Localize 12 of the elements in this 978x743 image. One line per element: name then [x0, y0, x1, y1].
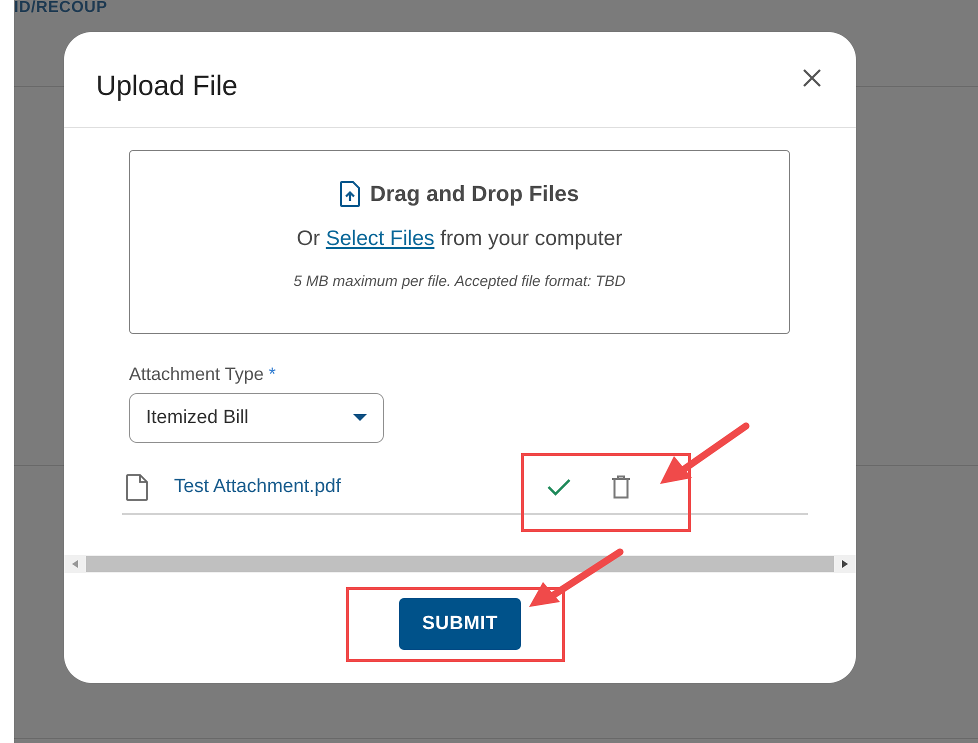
page-heading: ID/RECOUP [14, 0, 108, 16]
attachment-type-dropdown[interactable]: Itemized Bill [129, 393, 384, 443]
required-mark: * [268, 364, 276, 384]
file-limit-note: 5 MB maximum per file. Accepted file format: TBD [293, 273, 626, 290]
drop-zone[interactable]: Drag and Drop Files Or Select Files from your computer 5 MB maximum per file. Accepted file format: TBD [129, 150, 790, 334]
file-link[interactable]: Test Attachment.pdf [174, 476, 547, 498]
field-label: Attachment Type [129, 364, 264, 384]
submit-button[interactable]: SUBMIT [399, 598, 521, 650]
select-files-link[interactable]: Select Files [326, 227, 434, 250]
dialog-title: Upload File [96, 70, 238, 102]
select-files-text: Or Select Files from your computer [296, 227, 622, 251]
drop-title: Drag and Drop Files [370, 181, 580, 207]
